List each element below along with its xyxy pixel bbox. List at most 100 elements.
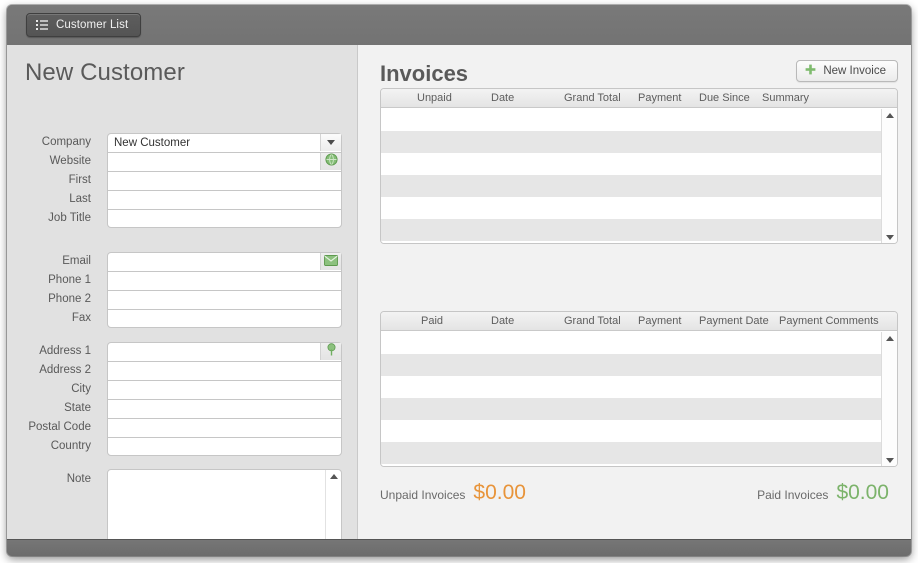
paid-invoices-total: Paid Invoices $0.00 (757, 481, 889, 505)
field-label-last: Last (69, 193, 91, 205)
column-header-payment[interactable]: Payment (638, 312, 681, 331)
table-row[interactable] (381, 442, 897, 464)
column-header-unpaid[interactable]: Unpaid (417, 89, 452, 108)
column-header-grand-total[interactable]: Grand Total (564, 312, 621, 331)
note-textarea[interactable] (107, 469, 342, 539)
city-input[interactable] (107, 380, 342, 399)
plus-icon (805, 62, 816, 80)
table-row[interactable] (381, 131, 897, 153)
column-header-summary[interactable]: Summary (762, 89, 809, 108)
unpaid-table-body (381, 109, 897, 243)
column-header-date[interactable]: Date (491, 89, 514, 108)
triangle-up-icon (886, 336, 894, 341)
window-body: New Customer Company Website (7, 45, 911, 539)
postal-code-input[interactable] (107, 418, 342, 437)
state-input[interactable] (107, 399, 342, 418)
company-dropdown-arrow[interactable] (320, 134, 341, 151)
column-header-date[interactable]: Date (491, 312, 514, 331)
top-toolbar: Customer List (7, 5, 911, 45)
table-row[interactable] (381, 398, 897, 420)
table-row[interactable] (381, 376, 897, 398)
paid-table-header: Paid Date Grand Total Payment Payment Da… (381, 312, 897, 331)
job-title-input[interactable] (107, 209, 342, 228)
new-invoice-button[interactable]: New Invoice (796, 60, 898, 82)
field-group-contact: Email Phone 1 Phone 2 Fax (7, 252, 357, 328)
application-window: Customer List New Customer Company Websi… (7, 5, 911, 556)
table-row[interactable] (381, 219, 897, 241)
first-name-input[interactable] (107, 171, 342, 190)
invoices-panel: Invoices New Invoice Unpaid Date Grand T… (359, 45, 911, 539)
company-input[interactable] (107, 133, 342, 152)
field-row-phone-2: Phone 2 (7, 290, 357, 309)
paid-scroll-down-button[interactable] (882, 454, 897, 466)
note-scrollbar[interactable] (325, 470, 341, 539)
field-row-email: Email (7, 252, 357, 271)
column-header-due-since[interactable]: Due Since (699, 89, 750, 108)
field-label-postal-code: Postal Code (28, 421, 91, 433)
field-label-website: Website (49, 155, 91, 167)
unpaid-invoices-total: Unpaid Invoices $0.00 (380, 481, 526, 505)
address-2-input[interactable] (107, 361, 342, 380)
table-row[interactable] (381, 109, 897, 131)
fax-input[interactable] (107, 309, 342, 328)
column-header-grand-total[interactable]: Grand Total (564, 89, 621, 108)
table-row[interactable] (381, 464, 897, 466)
table-row[interactable] (381, 420, 897, 442)
website-input[interactable] (107, 152, 342, 171)
field-row-address-1: Address 1 (7, 342, 357, 361)
column-header-payment[interactable]: Payment (638, 89, 681, 108)
triangle-down-icon (886, 458, 894, 463)
unpaid-table-scrollbar[interactable] (881, 109, 897, 243)
field-row-phone-1: Phone 1 (7, 271, 357, 290)
field-label-first: First (68, 174, 91, 186)
email-send-button[interactable] (320, 253, 341, 270)
customer-list-tab-label: Customer List (56, 19, 129, 31)
paid-table-scrollbar[interactable] (881, 332, 897, 466)
field-label-state: State (64, 402, 91, 414)
unpaid-scroll-up-button[interactable] (882, 109, 897, 122)
envelope-icon (324, 253, 338, 271)
table-row[interactable] (381, 332, 897, 354)
field-label-phone-2: Phone 2 (48, 293, 91, 305)
field-label-fax: Fax (71, 312, 91, 324)
map-pin-icon (326, 342, 337, 361)
paid-scroll-up-button[interactable] (882, 332, 897, 345)
table-row[interactable] (381, 197, 897, 219)
triangle-up-icon (330, 474, 338, 479)
column-header-payment-comments[interactable]: Payment Comments (779, 312, 879, 331)
invoices-title: Invoices (380, 61, 469, 86)
country-input[interactable] (107, 437, 342, 456)
field-label-note: Note (66, 473, 91, 485)
email-input[interactable] (107, 252, 342, 271)
field-row-job-title: Job Title (7, 209, 357, 228)
last-name-input[interactable] (107, 190, 342, 209)
table-row[interactable] (381, 175, 897, 197)
customer-list-tab-button[interactable]: Customer List (26, 13, 142, 37)
note-scroll-up-button[interactable] (326, 470, 342, 483)
table-row[interactable] (381, 354, 897, 376)
unpaid-total-label: Unpaid Invoices (380, 488, 466, 502)
status-bar (7, 539, 911, 556)
field-label-email: Email (62, 255, 91, 267)
table-row[interactable] (381, 153, 897, 175)
unpaid-table-header: Unpaid Date Grand Total Payment Due Sinc… (381, 89, 897, 108)
field-label-phone-1: Phone 1 (48, 274, 91, 286)
paid-total-label: Paid Invoices (757, 488, 829, 502)
phone-2-input[interactable] (107, 290, 342, 309)
unpaid-scroll-down-button[interactable] (882, 231, 897, 243)
paid-invoices-table: Paid Date Grand Total Payment Payment Da… (380, 311, 898, 467)
page-title: New Customer (25, 59, 185, 86)
field-row-city: City (7, 380, 357, 399)
address-map-button[interactable] (320, 342, 341, 361)
table-row[interactable] (381, 241, 897, 243)
field-label-country: Country (50, 440, 91, 452)
website-globe-button[interactable] (320, 152, 341, 170)
field-row-country: Country (7, 437, 357, 456)
column-header-paid[interactable]: Paid (421, 312, 443, 331)
column-header-payment-date[interactable]: Payment Date (699, 312, 769, 331)
field-group-identity: Company Website (7, 133, 357, 228)
address-1-input[interactable] (107, 342, 342, 361)
phone-1-input[interactable] (107, 271, 342, 290)
field-row-website: Website (7, 152, 357, 171)
field-group-address: Address 1 Address 2 City State Postal Co… (7, 342, 357, 456)
